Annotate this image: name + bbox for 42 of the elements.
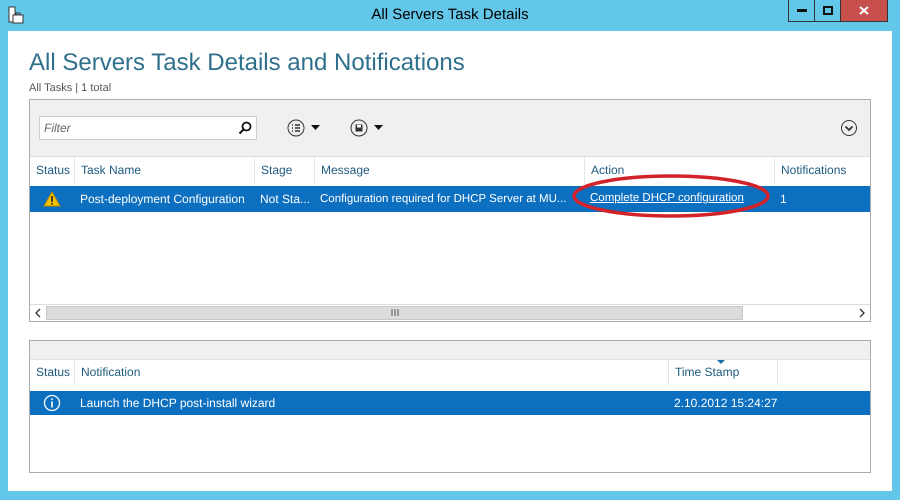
timestamp-text: 2.10.2012 15:24:27 bbox=[674, 396, 778, 410]
scroll-left-icon bbox=[34, 308, 42, 318]
server-manager-icon bbox=[8, 6, 24, 24]
notification-text: Launch the DHCP post-install wizard bbox=[80, 396, 276, 410]
close-button[interactable] bbox=[841, 0, 887, 21]
maximize-icon bbox=[822, 6, 832, 15]
task-count: All Tasks | 1 total bbox=[29, 81, 112, 96]
list-view-button[interactable] bbox=[287, 118, 320, 136]
column-header[interactable]: Time Stamp bbox=[675, 363, 740, 381]
window-title: All Servers Task Details bbox=[371, 5, 529, 26]
notification-row[interactable]: Launch the DHCP post-install wizard 2.10.2012 15:24:27 bbox=[30, 390, 870, 414]
horizontal-scrollbar[interactable] bbox=[30, 304, 870, 320]
list-icon bbox=[287, 118, 305, 136]
column-header[interactable]: Status bbox=[36, 363, 70, 381]
column-header[interactable]: Task Name bbox=[81, 161, 142, 179]
column-header[interactable]: Notifications bbox=[781, 161, 846, 179]
caret-icon bbox=[311, 125, 320, 130]
warning-icon bbox=[43, 190, 61, 206]
column-header[interactable]: Action bbox=[591, 161, 624, 179]
chevron-down-icon bbox=[840, 118, 858, 136]
info-icon bbox=[43, 394, 61, 412]
filter-field[interactable]: Filter bbox=[39, 116, 257, 140]
grip-icon bbox=[390, 309, 398, 316]
column-header[interactable]: Status bbox=[36, 161, 70, 179]
column-header[interactable]: Notification bbox=[81, 363, 140, 381]
expand-button[interactable] bbox=[840, 118, 858, 136]
notification-count: 1 bbox=[780, 192, 787, 206]
scrollbar-thumb[interactable] bbox=[46, 306, 743, 320]
task-message: Configuration required for DHCP Server at MU... bbox=[320, 192, 566, 205]
save-button[interactable] bbox=[350, 118, 383, 136]
scroll-right-icon bbox=[858, 308, 866, 318]
task-name: Post-deployment Configuration bbox=[80, 192, 245, 206]
task-row[interactable]: Post-deployment Configuration Not Sta... Configuration required for DHCP Server at MU... Complete DHCP configuration 1 bbox=[30, 186, 870, 212]
minimize-icon bbox=[796, 8, 806, 12]
save-icon bbox=[350, 118, 368, 136]
column-header[interactable]: Stage bbox=[261, 161, 292, 179]
task-stage: Not Sta... bbox=[260, 192, 310, 206]
close-icon bbox=[859, 6, 869, 15]
page-heading: All Servers Task Details and Notifications bbox=[29, 49, 466, 77]
column-header[interactable]: Message bbox=[321, 161, 370, 179]
caret-icon bbox=[374, 125, 383, 130]
search-icon bbox=[238, 120, 252, 134]
